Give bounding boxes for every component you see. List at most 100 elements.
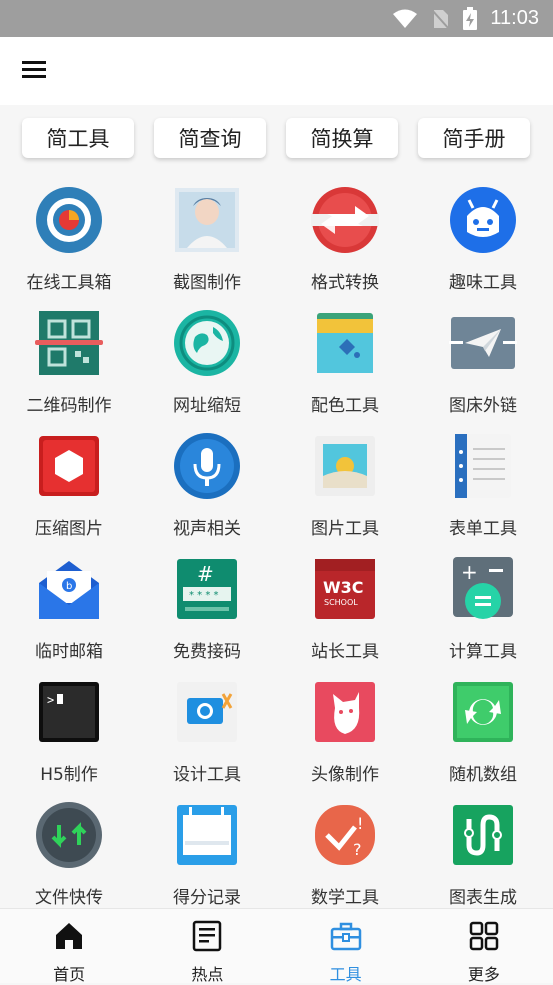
battery-charging-icon <box>463 6 478 30</box>
chart-path-icon <box>453 805 513 865</box>
nav-hot[interactable]: 热点 <box>138 909 276 984</box>
tool-url-shorten[interactable]: 网址缩短 <box>138 303 276 426</box>
tool-label: 网址缩短 <box>173 396 241 416</box>
refresh-random-icon <box>453 682 513 742</box>
nav-label: 更多 <box>467 965 500 984</box>
tool-label: 压缩图片 <box>35 519 103 539</box>
svg-text:!: ! <box>357 814 363 833</box>
portrait-screenshot-icon <box>175 188 239 252</box>
tool-design[interactable]: 设计工具 <box>138 672 276 795</box>
status-bar: 11:03 <box>0 0 553 37</box>
tool-compress-image[interactable]: 压缩图片 <box>0 426 138 549</box>
landscape-picture-icon <box>315 436 375 496</box>
tool-online-toolbox[interactable]: 在线工具箱 <box>0 180 138 303</box>
tool-chart-generate[interactable]: 图表生成 <box>414 795 552 908</box>
wifi-icon <box>393 9 418 28</box>
svg-text:>: > <box>47 693 54 707</box>
tool-color-scheme[interactable]: 配色工具 <box>276 303 414 426</box>
grid-more-icon <box>469 921 499 951</box>
tool-label: 图片工具 <box>311 519 379 539</box>
category-tabs: 简工具 简查询 简换算 简手册 <box>0 118 553 162</box>
terminal-icon: > <box>39 682 99 742</box>
tool-label: 文件快传 <box>35 888 103 908</box>
toolbox-icon <box>330 922 361 951</box>
tool-label: 图床外链 <box>449 396 517 416</box>
score-calendar-icon <box>177 805 237 865</box>
tool-format-convert[interactable]: 格式转换 <box>276 180 414 303</box>
toolbox-gear-icon <box>36 187 102 253</box>
tool-picture[interactable]: 图片工具 <box>276 426 414 549</box>
tool-screenshot[interactable]: 截图制作 <box>138 180 276 303</box>
nav-label: 首页 <box>53 965 86 984</box>
menu-hamburger-icon[interactable] <box>18 57 50 85</box>
tool-math[interactable]: !? 数学工具 <box>276 795 414 908</box>
svg-text:SCHOOL: SCHOOL <box>324 598 358 607</box>
w3c-school-icon: W3CSCHOOL <box>315 559 375 619</box>
nav-home[interactable]: 首页 <box>0 909 138 984</box>
category-button-query[interactable]: 简查询 <box>154 118 266 158</box>
tool-image-hosting[interactable]: 图床外链 <box>414 303 552 426</box>
globe-link-icon <box>174 310 240 376</box>
math-check-icon: !? <box>315 805 375 865</box>
category-button-convert[interactable]: 简换算 <box>286 118 398 158</box>
nav-label: 工具 <box>329 965 362 984</box>
tool-audio-video[interactable]: 视声相关 <box>138 426 276 549</box>
svg-text:W3C: W3C <box>323 578 364 597</box>
svg-text:+: + <box>461 560 478 584</box>
news-icon <box>193 920 222 952</box>
form-list-icon <box>455 434 511 498</box>
tool-avatar[interactable]: 头像制作 <box>276 672 414 795</box>
tool-label: 截图制作 <box>173 273 241 293</box>
robot-face-icon <box>450 187 516 253</box>
tool-h5[interactable]: > H5制作 <box>0 672 138 795</box>
tool-label: 表单工具 <box>449 519 517 539</box>
tool-webmaster[interactable]: W3C SCHOOL 站长工具 <box>276 549 414 672</box>
tool-file-transfer[interactable]: 文件快传 <box>0 795 138 908</box>
tool-label: 数学工具 <box>311 888 379 908</box>
tool-random-array[interactable]: 随机数组 <box>414 672 552 795</box>
tool-score-record[interactable]: 得分记录 <box>138 795 276 908</box>
tool-label: 临时邮箱 <box>35 642 103 662</box>
camera-scissors-icon <box>177 682 237 742</box>
tool-label: 设计工具 <box>173 765 241 785</box>
tool-label: 趣味工具 <box>449 273 517 293</box>
swap-arrows-icon <box>311 187 379 253</box>
bottom-nav: 首页 热点 工具 更多 <box>0 908 553 984</box>
tool-qr-code[interactable]: 二维码制作 <box>0 303 138 426</box>
sms-code-icon: # * * * * <box>177 559 237 619</box>
status-time: 11:03 <box>490 7 539 29</box>
tool-free-sms[interactable]: # * * * * 免费接码 <box>138 549 276 672</box>
calculator-icon: + <box>453 557 513 619</box>
nav-more[interactable]: 更多 <box>415 909 553 984</box>
hexagon-compress-icon <box>39 436 99 496</box>
tool-label: 视声相关 <box>173 519 241 539</box>
tool-label: 免费接码 <box>173 642 241 662</box>
tool-label: 在线工具箱 <box>26 273 112 293</box>
svg-text:* * * *: * * * * <box>189 590 219 601</box>
tool-temp-mail[interactable]: b 临时邮箱 <box>0 549 138 672</box>
paper-plane-icon <box>449 317 517 369</box>
tool-label: 二维码制作 <box>26 396 112 416</box>
qr-code-scan-icon <box>35 311 103 375</box>
svg-text:b: b <box>66 581 72 592</box>
microphone-icon <box>174 433 240 499</box>
tool-label: 配色工具 <box>311 396 379 416</box>
category-button-manual[interactable]: 简手册 <box>418 118 530 158</box>
tool-label: 计算工具 <box>449 642 517 662</box>
cat-avatar-icon <box>315 682 375 742</box>
tool-label: 头像制作 <box>311 765 379 785</box>
tool-label: 得分记录 <box>173 888 241 908</box>
nav-label: 热点 <box>191 965 224 984</box>
mail-envelope-icon: b <box>39 561 99 619</box>
tool-form[interactable]: 表单工具 <box>414 426 552 549</box>
transfer-arrows-icon <box>36 802 102 868</box>
category-button-tools[interactable]: 简工具 <box>22 118 134 158</box>
nav-tools[interactable]: 工具 <box>277 909 415 984</box>
tool-fun[interactable]: 趣味工具 <box>414 180 552 303</box>
tool-grid: 在线工具箱 截图制作 格式转换 趣味工具 二维码制作 网址缩短 配色工具 图床外… <box>0 180 553 908</box>
paint-bucket-icon <box>317 313 373 373</box>
tool-label: 随机数组 <box>449 765 517 785</box>
svg-text:?: ? <box>353 840 362 859</box>
tool-label: 格式转换 <box>311 273 379 293</box>
tool-calculator[interactable]: + 计算工具 <box>414 549 552 672</box>
